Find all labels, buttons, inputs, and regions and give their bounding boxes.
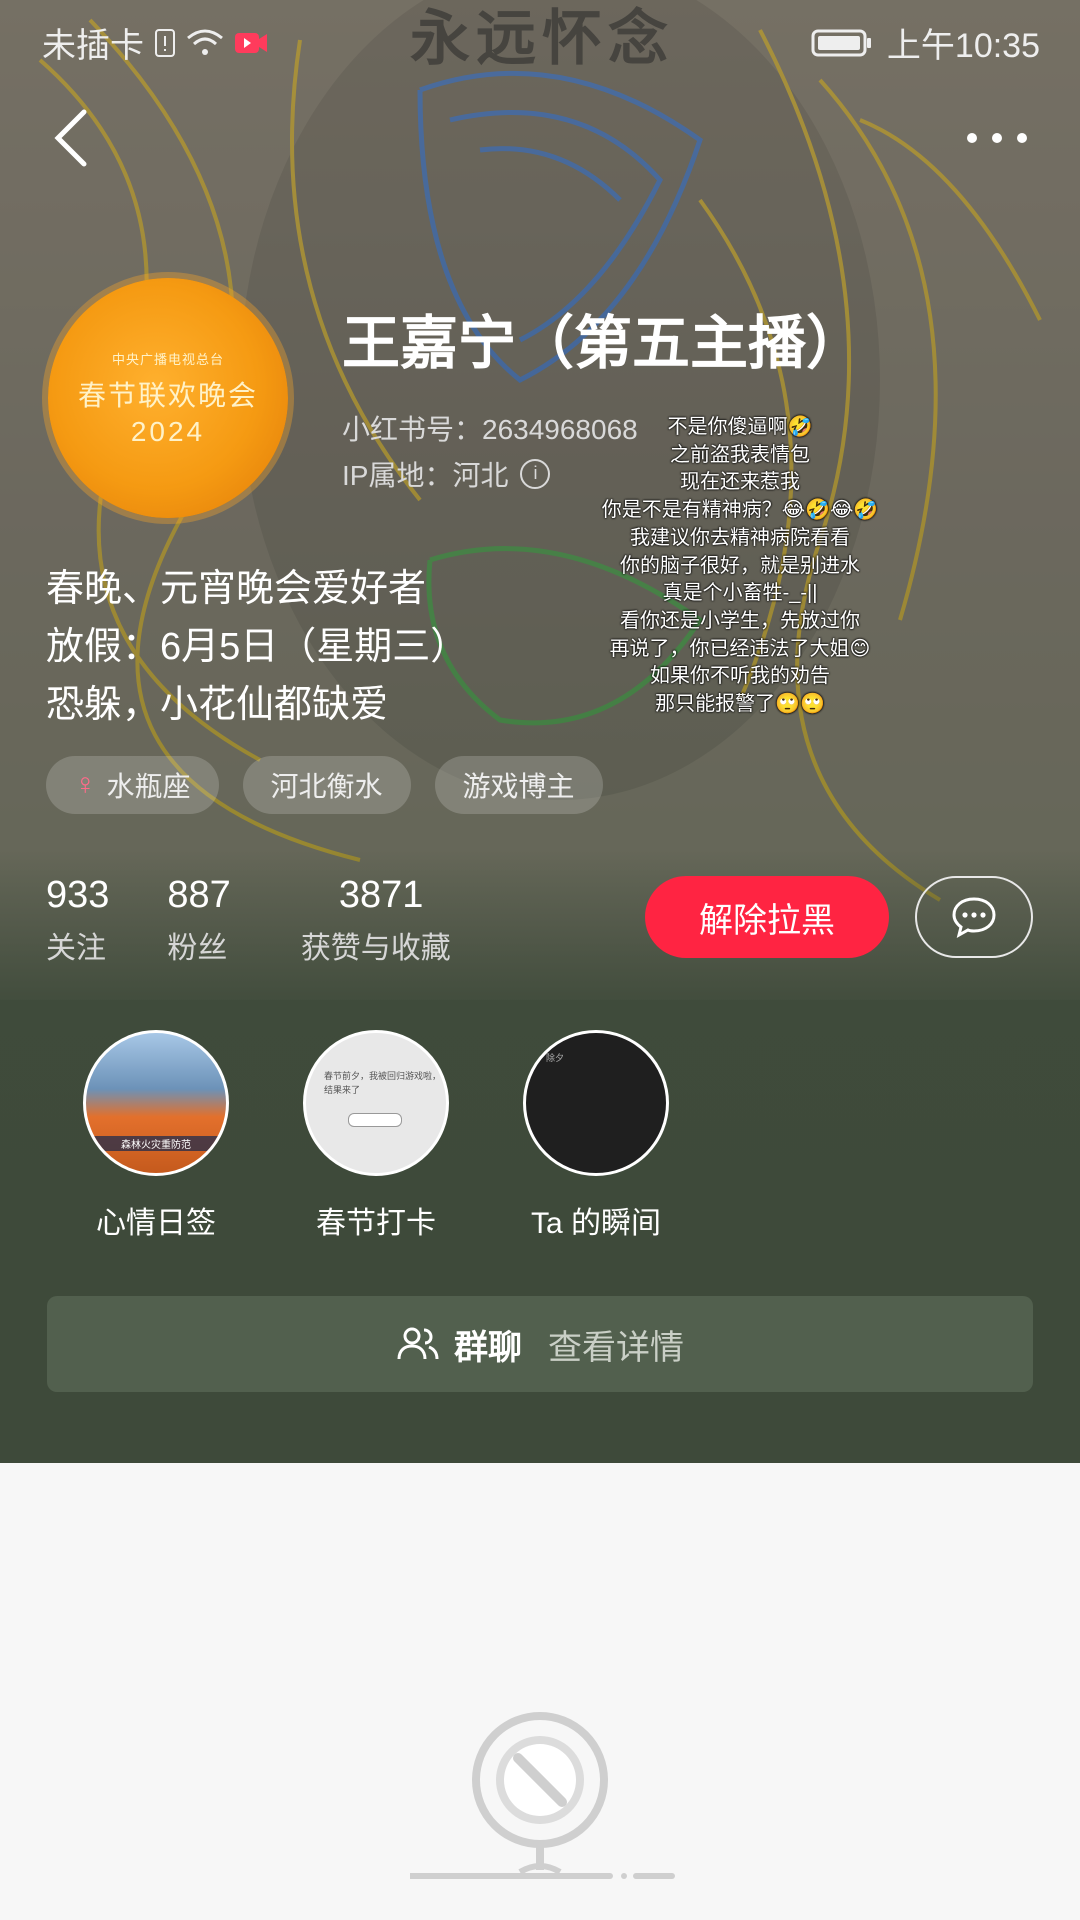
bio-line: 春晚、元宵晚会爱好者: [46, 568, 427, 610]
highlight-item[interactable]: 春节前夕，我被回归游戏啦， 结果来了 春节打卡: [266, 1030, 486, 1242]
bio-line: 恐躲，小花仙都缺爱: [46, 684, 389, 726]
overlay-line: 之前盗我表情包: [670, 443, 810, 466]
sim-alert-icon: [155, 28, 175, 57]
overlay-line: 现在还来惹我: [680, 471, 800, 494]
chevron-left-icon[interactable]: [48, 108, 96, 168]
background-title-text: 永远怀念: [410, 5, 674, 72]
blocked-content-icon: [410, 1712, 675, 1879]
highlight-item[interactable]: 森林火灾重防范 心情日签: [46, 1030, 266, 1242]
ip-location: IP属地：河北 i: [342, 454, 551, 494]
profile-bio: 春晚、元宵晚会爱好者 放假：6月5日（星期三） 恐躲，小花仙都缺爱: [46, 560, 468, 734]
tag-label: 游戏博主: [462, 771, 575, 802]
overlay-line: 你的脑子很好，就是别进水: [620, 554, 860, 577]
highlight-label: 心情日签: [96, 1207, 216, 1240]
more-dots-icon[interactable]: [962, 120, 1032, 156]
thumbnail-text-line: 结果来了: [324, 1085, 361, 1095]
group-chat-bar[interactable]: 群聊 查看详情: [47, 1296, 1033, 1392]
bio-line: 放假：6月5日（星期三）: [46, 626, 469, 668]
stat-likes[interactable]: 3871 获赞与收藏: [301, 874, 451, 967]
overlay-line: 看你还是小学生，先放过你: [620, 609, 860, 632]
avatar-text-line1: 中央广播电视总台: [111, 351, 224, 367]
status-time: 上午10:35: [886, 27, 1040, 65]
highlight-label: 春节打卡: [316, 1207, 436, 1240]
stat-followers[interactable]: 887 粉丝: [167, 874, 230, 967]
avatar[interactable]: 中央广播电视总台 春节联欢晚会 2024: [48, 278, 288, 518]
highlight-list: 森林火灾重防范 心情日签 春节前夕，我被回归游戏啦， 结果来了 春节打卡 除夕 …: [46, 1030, 706, 1242]
tag-label: 水瓶座: [106, 771, 191, 802]
stat-label: 粉丝: [167, 932, 228, 965]
stat-label: 获赞与收藏: [300, 932, 451, 965]
group-users-icon: [397, 1327, 439, 1360]
stat-number: 933: [46, 874, 110, 916]
group-chat-title: 群聊: [454, 1328, 522, 1367]
profile-stats: 933 关注 887 粉丝 3871 获赞与收藏: [46, 874, 509, 967]
highlight-label: Ta 的瞬间: [530, 1207, 662, 1240]
overlay-line: 真是个小畜牲-_-||: [662, 582, 818, 605]
group-chat-detail: 查看详情: [548, 1328, 684, 1367]
highlight-thumbnail: 春节前夕，我被回归游戏啦， 结果来了: [303, 1030, 449, 1176]
carrier-label: 未插卡: [42, 27, 144, 65]
stat-number: 887: [167, 874, 231, 916]
highlight-thumbnail: 除夕: [523, 1030, 669, 1176]
thumbnail-text: 除夕: [546, 1053, 565, 1063]
video-record-icon: [235, 32, 267, 53]
tag-zodiac: ♀ 水瓶座: [46, 756, 219, 814]
unblock-button[interactable]: 解除拉黑: [645, 876, 889, 958]
tag-role: 游戏博主: [434, 756, 603, 814]
overlay-text-block: 不是你傻逼啊🤣 之前盗我表情包 现在还来惹我 你是不是有精神病？😂🤣😂🤣 我建议…: [580, 414, 900, 719]
overlay-line: 那只能报警了🙄🙄: [655, 693, 825, 716]
chat-bubble-icon: [952, 897, 996, 938]
stat-number: 3871: [338, 874, 424, 916]
message-button[interactable]: [915, 876, 1033, 958]
wifi-icon: [187, 29, 223, 55]
status-bar: 永远怀念 未插卡 上午10:35: [0, 0, 1080, 76]
overlay-line: 不是你傻逼啊🤣: [667, 416, 813, 438]
tag-location: 河北衡水: [242, 756, 411, 814]
ip-location-label: IP属地：河北: [342, 460, 509, 491]
highlight-thumbnail: 森林火灾重防范: [83, 1030, 229, 1176]
overlay-line: 我建议你去精神病院看看: [630, 526, 850, 549]
venus-icon: ♀: [74, 768, 97, 801]
profile-tags: ♀ 水瓶座 河北衡水 游戏博主: [46, 756, 603, 814]
stat-following[interactable]: 933 关注: [46, 874, 109, 967]
profile-name: 王嘉宁（第五主播）: [342, 311, 865, 376]
info-icon[interactable]: i: [520, 459, 551, 489]
tag-label: 河北衡水: [270, 771, 383, 802]
avatar-text-line3: 2024: [130, 415, 206, 447]
thumbnail-text-line: 春节前夕，我被回归游戏啦，: [324, 1071, 442, 1081]
stat-label: 关注: [46, 932, 106, 965]
highlight-item[interactable]: 除夕 Ta 的瞬间: [486, 1030, 706, 1242]
battery-icon: [811, 29, 871, 56]
overlay-line: 如果你不听我的劝告: [650, 665, 830, 688]
overlay-line: 再说了，你已经违法了大姐😊: [609, 637, 871, 660]
avatar-text-line2: 春节联欢晚会: [77, 379, 258, 411]
thumbnail-pill: [348, 1113, 402, 1127]
thumbnail-text: 春节前夕，我被回归游戏啦， 结果来了: [324, 1069, 441, 1097]
thumbnail-caption: 森林火灾重防范: [86, 1136, 226, 1151]
overlay-line: 你是不是有精神病？😂🤣😂🤣: [601, 499, 879, 522]
